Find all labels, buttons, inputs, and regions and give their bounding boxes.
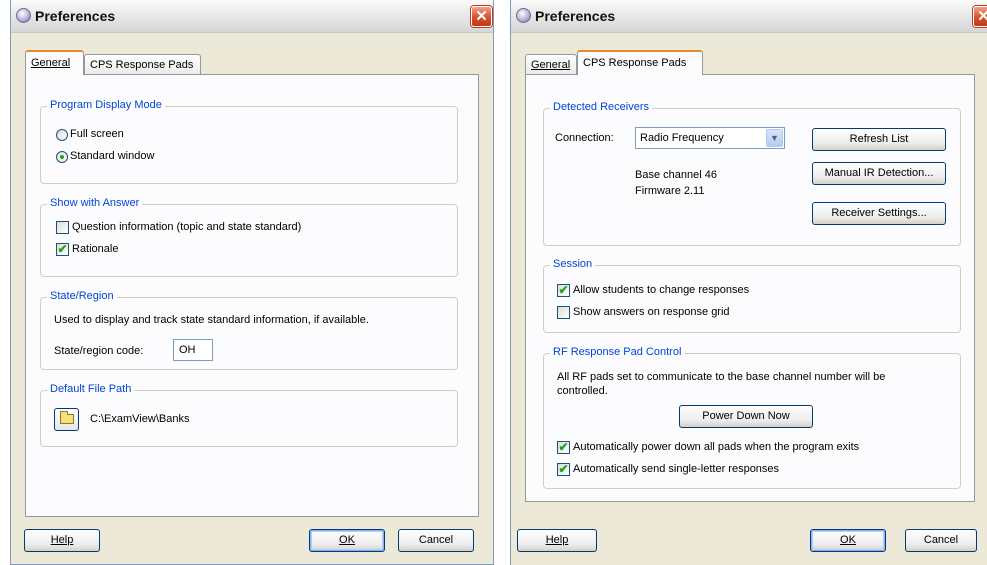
group-legend: Detected Receivers [550, 101, 652, 113]
single-letter-responses-label[interactable]: Automatically send single-letter respons… [573, 463, 779, 475]
app-icon [516, 8, 531, 23]
full-screen-radio[interactable] [56, 129, 68, 141]
ok-button[interactable]: OK [309, 529, 385, 552]
ok-button[interactable]: OK [810, 529, 886, 552]
folder-icon [60, 411, 74, 424]
tab-label: General [531, 59, 571, 71]
preferences-dialog-general: Preferences ✕ General CPS Response Pads … [10, 0, 494, 565]
state-region-code-input[interactable]: OH [173, 339, 213, 361]
group-legend: Program Display Mode [47, 99, 165, 111]
preferences-dialog-cps: Preferences ✕ General CPS Response Pads … [510, 0, 987, 565]
tab-panel-cps-response-pads: Detected Receivers Connection: Radio Fre… [525, 74, 975, 502]
group-legend: Session [550, 258, 596, 270]
group-legend: State/Region [47, 290, 117, 302]
program-display-mode-group: Program Display Mode Full screen Standar… [40, 99, 458, 184]
auto-power-down-checkbox[interactable]: ✔ [557, 441, 570, 454]
window-title: Preferences [535, 8, 616, 24]
connection-selected-value: Radio Frequency [640, 132, 724, 144]
auto-power-down-label[interactable]: Automatically power down all pads when t… [573, 441, 859, 453]
button-label: Cancel [923, 534, 959, 546]
tab-panel-general: Program Display Mode Full screen Standar… [25, 74, 479, 517]
standard-window-label[interactable]: Standard window [70, 150, 154, 162]
state-region-description: Used to display and track state standard… [54, 314, 369, 326]
app-icon [16, 8, 31, 23]
group-legend: Show with Answer [47, 197, 143, 209]
file-path-value: C:\ExamView\Banks [90, 413, 190, 425]
close-button[interactable]: ✕ [471, 6, 492, 27]
refresh-list-button[interactable]: Refresh List [812, 128, 946, 151]
window-title: Preferences [35, 8, 116, 24]
state-region-group: State/Region Used to display and track s… [40, 290, 458, 370]
tab-cps-response-pads[interactable]: CPS Response Pads [84, 54, 201, 74]
tab-general[interactable]: General [525, 54, 577, 74]
question-information-checkbox[interactable] [56, 221, 69, 234]
allow-change-responses-label[interactable]: Allow students to change responses [573, 284, 749, 296]
group-legend: Default File Path [47, 383, 135, 395]
title-bar[interactable]: Preferences ✕ [511, 0, 987, 33]
standard-window-radio[interactable] [56, 151, 68, 163]
receiver-settings-button[interactable]: Receiver Settings... [812, 202, 946, 225]
browse-folder-button[interactable] [54, 408, 79, 431]
rf-response-pad-control-group: RF Response Pad Control All RF pads set … [543, 346, 961, 489]
button-label: Help [50, 534, 74, 546]
help-button[interactable]: Help [517, 529, 597, 552]
close-button[interactable]: ✕ [973, 6, 987, 27]
tab-label: General [31, 57, 71, 69]
power-down-now-button[interactable]: Power Down Now [679, 405, 813, 428]
cancel-button[interactable]: Cancel [905, 529, 977, 552]
rationale-label[interactable]: Rationale [72, 243, 118, 255]
connection-label: Connection: [555, 132, 614, 144]
default-file-path-group: Default File Path C:\ExamView\Banks [40, 383, 458, 447]
button-label: OK [840, 534, 856, 546]
chevron-down-icon[interactable]: ▼ [766, 129, 783, 147]
button-label: Cancel [418, 534, 454, 546]
full-screen-label[interactable]: Full screen [70, 128, 124, 140]
title-bar[interactable]: Preferences ✕ [11, 0, 493, 33]
tab-cps-response-pads[interactable]: CPS Response Pads [577, 50, 703, 75]
manual-ir-detection-button[interactable]: Manual IR Detection... [812, 162, 946, 185]
button-label: OK [339, 534, 355, 546]
button-label: Help [545, 534, 569, 546]
session-group: Session ✔ Allow students to change respo… [543, 258, 961, 333]
tab-label: CPS Response Pads [90, 59, 194, 71]
allow-change-responses-checkbox[interactable]: ✔ [557, 284, 570, 297]
help-button[interactable]: Help [24, 529, 100, 552]
show-with-answer-group: Show with Answer Question information (t… [40, 197, 458, 277]
rf-control-description: All RF pads set to communicate to the ba… [557, 371, 886, 397]
question-information-label[interactable]: Question information (topic and state st… [72, 221, 301, 233]
tab-general[interactable]: General [25, 50, 84, 75]
tab-label: CPS Response Pads [583, 57, 687, 69]
connection-select[interactable]: Radio Frequency ▼ [635, 127, 785, 149]
rationale-checkbox[interactable]: ✔ [56, 243, 69, 256]
group-legend: RF Response Pad Control [550, 346, 685, 358]
single-letter-responses-checkbox[interactable]: ✔ [557, 463, 570, 476]
base-channel-text: Base channel 46 [635, 169, 717, 181]
show-answers-checkbox[interactable] [557, 306, 570, 319]
state-region-code-label: State/region code: [54, 345, 144, 357]
cancel-button[interactable]: Cancel [398, 529, 474, 552]
detected-receivers-group: Detected Receivers Connection: Radio Fre… [543, 101, 961, 246]
show-answers-label[interactable]: Show answers on response grid [573, 306, 730, 318]
firmware-text: Firmware 2.11 [635, 185, 705, 197]
